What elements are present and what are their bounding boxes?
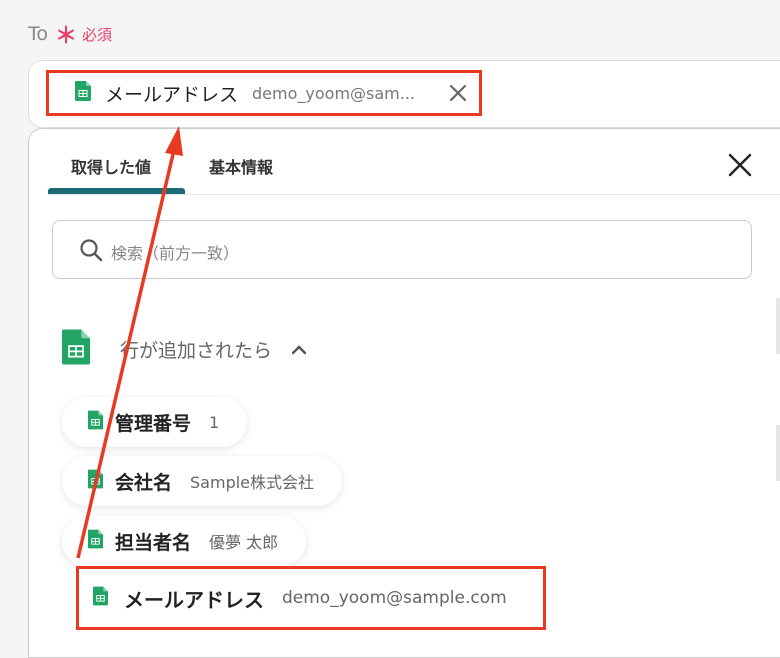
tab-divider <box>48 194 780 195</box>
variable-name: 会社名 <box>115 471 173 494</box>
selected-chip-label: メールアドレス <box>105 83 239 106</box>
tab-basic-info[interactable]: 基本情報 <box>209 154 273 178</box>
required-text: 必須 <box>82 25 113 44</box>
required-star: ＊ <box>55 24 78 49</box>
scrollbar-track <box>776 298 780 354</box>
variable-name: 管理番号 <box>115 412 192 435</box>
google-sheets-icon <box>88 469 103 493</box>
google-sheets-icon <box>75 81 91 105</box>
search-icon <box>79 238 103 262</box>
selected-variable-chip[interactable]: メールアドレス demo_yoom@sam... <box>46 70 482 116</box>
selected-chip-value: demo_yoom@sam... <box>252 83 416 103</box>
variable-chip-company-name[interactable]: 会社名 Sample株式会社 <box>62 456 343 506</box>
variable-value: 1 <box>209 412 220 432</box>
variable-chip-email[interactable]: メールアドレス demo_yoom@sample.com <box>76 566 546 630</box>
remove-chip-icon[interactable] <box>447 82 469 104</box>
field-label: To ＊ 必須 <box>28 18 112 50</box>
google-sheets-icon <box>88 529 103 553</box>
field-label-text: To <box>28 23 49 45</box>
variable-value: Sample株式会社 <box>190 473 315 492</box>
variable-chip-management-number[interactable]: 管理番号 1 <box>62 397 248 447</box>
search-placeholder: 検索（前方一致） <box>111 244 240 263</box>
google-sheets-icon <box>88 410 103 434</box>
variable-name: メールアドレス <box>124 587 264 612</box>
scrollbar-track <box>776 425 780 481</box>
close-icon[interactable] <box>728 153 752 177</box>
chevron-up-icon[interactable] <box>290 342 308 356</box>
variable-value: 優夢 太郎 <box>209 533 279 552</box>
google-sheets-icon <box>93 586 108 610</box>
variable-name: 担当者名 <box>115 531 192 554</box>
group-header[interactable]: 行が追加されたら <box>62 328 308 370</box>
variable-chip-contact-name[interactable]: 担当者名 優夢 太郎 <box>62 516 307 566</box>
tab-retrieved-values[interactable]: 取得した値 <box>71 154 151 178</box>
search-input[interactable]: 検索（前方一致） <box>52 220 752 279</box>
group-label: 行が追加されたら <box>120 339 273 362</box>
google-sheets-icon <box>62 328 90 370</box>
variable-value: demo_yoom@sample.com <box>282 588 507 608</box>
